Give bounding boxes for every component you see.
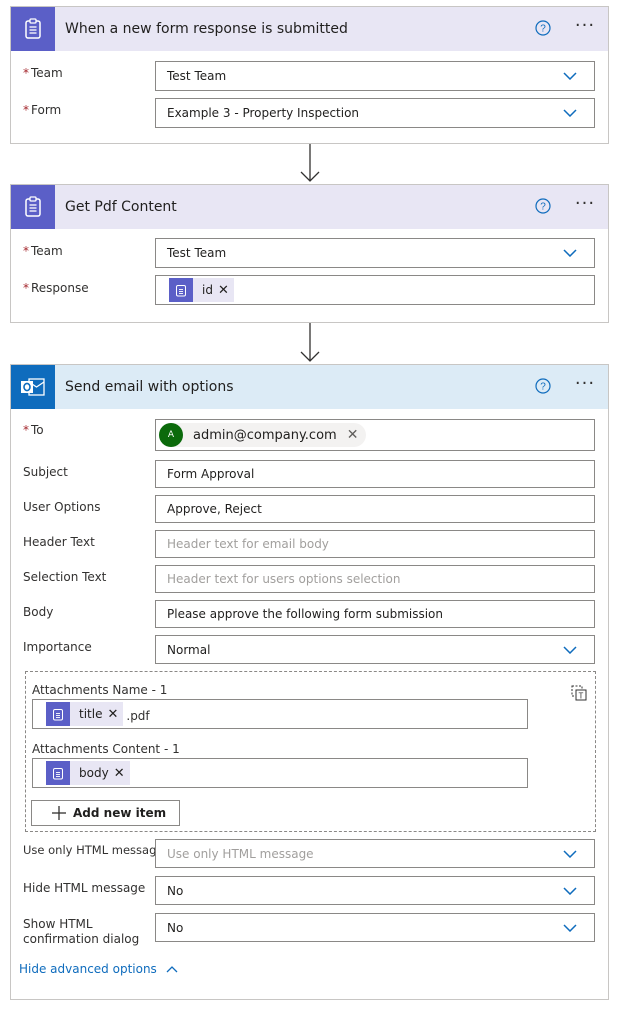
importance-label: Importance: [23, 640, 92, 654]
to-row: * To A admin@company.com ✕: [11, 419, 608, 451]
attachments-array: T Attachments Name - 1 title ✕ .pdf Atta…: [25, 671, 596, 832]
attachments-content-input[interactable]: body ✕: [32, 758, 528, 788]
chevron-down-icon: [563, 249, 577, 257]
dynamic-token-body[interactable]: body ✕: [46, 761, 130, 785]
pdf-team-row: * Team Test Team: [11, 238, 608, 268]
remove-token-icon[interactable]: ✕: [114, 766, 130, 781]
use-only-html-label: Use only HTML message: [23, 843, 164, 857]
forms-token-icon: [46, 761, 70, 785]
pdf-response-row: * Response id ✕: [11, 275, 608, 305]
importance-dropdown[interactable]: Normal: [155, 635, 595, 664]
dynamic-token-title[interactable]: title ✕: [46, 702, 124, 726]
user-options-input[interactable]: Approve, Reject: [155, 495, 595, 523]
body-label: Body: [23, 605, 54, 619]
trigger-title: When a new form response is submitted: [65, 21, 348, 37]
get-pdf-card-header[interactable]: Get Pdf Content ? ···: [11, 185, 608, 229]
ellipsis-icon[interactable]: ···: [574, 195, 596, 214]
remove-token-icon[interactable]: ✕: [218, 283, 234, 298]
use-only-html-row: Use only HTML message Use only HTML mess…: [11, 839, 608, 868]
importance-row: Importance Normal: [11, 635, 608, 664]
subject-input[interactable]: Form Approval: [155, 460, 595, 488]
form-dropdown[interactable]: Example 3 - Property Inspection: [155, 98, 595, 128]
switch-to-text-mode-icon[interactable]: T: [571, 685, 587, 701]
team-row: * Team Test Team: [11, 61, 608, 91]
svg-text:T: T: [579, 692, 584, 701]
get-pdf-card: Get Pdf Content ? ··· * Team Test Team * R…: [10, 184, 609, 323]
forms-token-icon: [169, 278, 193, 302]
response-input[interactable]: id ✕: [155, 275, 595, 305]
chevron-down-icon: [563, 886, 577, 895]
user-options-label: User Options: [23, 500, 101, 514]
help-circle-icon[interactable]: ?: [535, 378, 551, 394]
add-new-item-button[interactable]: Add new item: [31, 800, 180, 826]
hide-html-dropdown[interactable]: No: [155, 876, 595, 905]
subject-label: Subject: [23, 465, 68, 479]
forms-app-icon: [11, 185, 55, 229]
hide-html-row: Hide HTML message No: [11, 876, 608, 905]
remove-recipient-icon[interactable]: ✕: [347, 427, 367, 443]
header-text-input[interactable]: Header text for email body: [155, 530, 595, 558]
show-html-confirm-dropdown[interactable]: No: [155, 913, 595, 942]
chevron-down-icon: [563, 645, 577, 654]
chevron-down-icon: [563, 72, 577, 80]
flow-arrow-icon: [300, 144, 320, 182]
chevron-down-icon: [563, 109, 577, 117]
svg-text:?: ?: [540, 202, 546, 213]
trigger-card-header[interactable]: When a new form response is submitted ? …: [11, 7, 608, 51]
body-row: Body Please approve the following form s…: [11, 600, 608, 628]
send-email-card: Send email with options ? ··· * To A admi…: [10, 364, 609, 1000]
to-label: * To: [23, 423, 44, 437]
pdf-response-label: * Response: [23, 281, 89, 295]
header-text-label: Header Text: [23, 535, 95, 549]
header-text-row: Header Text Header text for email body: [11, 530, 608, 558]
send-email-card-header[interactable]: Send email with options ? ···: [11, 365, 608, 409]
avatar: A: [159, 423, 183, 447]
selection-text-label: Selection Text: [23, 570, 107, 584]
chevron-down-icon: [563, 923, 577, 932]
to-input[interactable]: A admin@company.com ✕: [155, 419, 595, 451]
hide-advanced-options-link[interactable]: Hide advanced options: [19, 962, 178, 976]
attachments-content-label: Attachments Content - 1: [32, 742, 180, 756]
pdf-team-label: * Team: [23, 244, 63, 258]
show-html-confirm-label: Show HTML confirmation dialog: [23, 917, 140, 946]
attachments-name-suffix: .pdf: [126, 709, 150, 723]
hide-html-label: Hide HTML message: [23, 881, 146, 895]
help-circle-icon[interactable]: ?: [535, 20, 551, 36]
user-options-row: User Options Approve, Reject: [11, 495, 608, 523]
svg-text:?: ?: [540, 382, 546, 393]
trigger-card: When a new form response is submitted ? …: [10, 6, 609, 144]
attachments-name-label: Attachments Name - 1: [32, 683, 168, 697]
ellipsis-icon[interactable]: ···: [574, 375, 596, 394]
get-pdf-title: Get Pdf Content: [65, 199, 177, 215]
selection-text-row: Selection Text Header text for users opt…: [11, 565, 608, 593]
team-dropdown[interactable]: Test Team: [155, 61, 595, 91]
attachments-name-input[interactable]: title ✕ .pdf: [32, 699, 528, 729]
chevron-up-icon: [166, 966, 178, 973]
pdf-team-dropdown[interactable]: Test Team: [155, 238, 595, 268]
send-email-title: Send email with options: [65, 379, 234, 395]
team-label: * Team: [23, 66, 63, 80]
plus-icon: [52, 806, 66, 820]
recipient-persona[interactable]: A admin@company.com ✕: [159, 423, 367, 447]
remove-token-icon[interactable]: ✕: [107, 707, 123, 722]
subject-row: Subject Form Approval: [11, 460, 608, 488]
svg-text:?: ?: [540, 24, 546, 35]
chevron-down-icon: [563, 849, 577, 858]
ellipsis-icon[interactable]: ···: [574, 17, 596, 36]
help-circle-icon[interactable]: ?: [535, 198, 551, 214]
forms-app-icon: [11, 7, 55, 51]
show-html-confirm-row: Show HTML confirmation dialog No: [11, 913, 608, 946]
form-row: * Form Example 3 - Property Inspection: [11, 98, 608, 128]
use-only-html-dropdown[interactable]: Use only HTML message: [155, 839, 595, 868]
selection-text-input[interactable]: Header text for users options selection: [155, 565, 595, 593]
forms-token-icon: [46, 702, 70, 726]
body-input[interactable]: Please approve the following form submis…: [155, 600, 595, 628]
flow-arrow-icon: [300, 323, 320, 362]
outlook-app-icon: [11, 365, 55, 409]
dynamic-token-id[interactable]: id ✕: [169, 278, 234, 302]
form-label: * Form: [23, 103, 62, 117]
